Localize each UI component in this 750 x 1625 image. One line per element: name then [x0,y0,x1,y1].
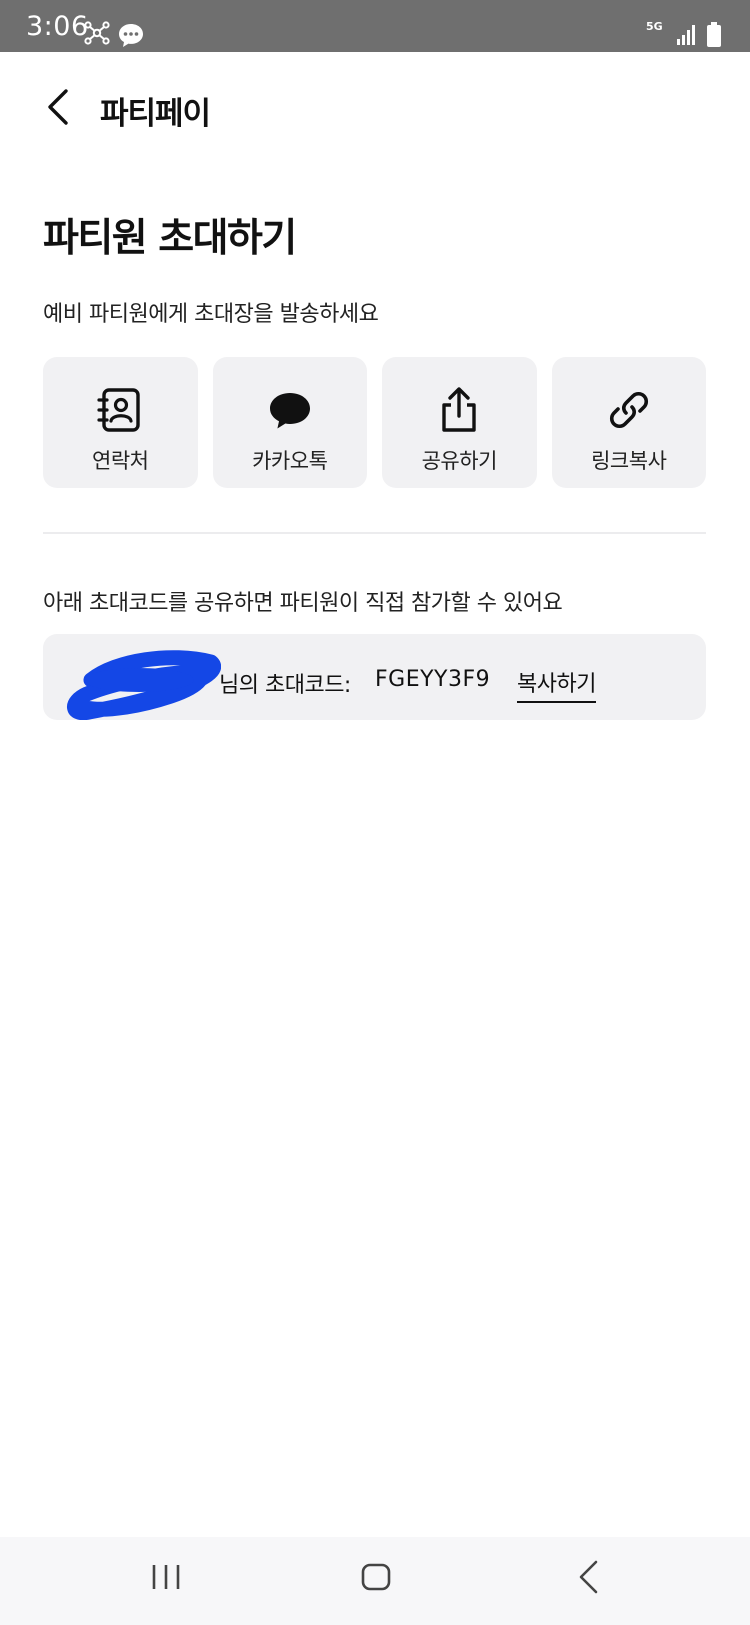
redaction-scribble [67,650,221,720]
invite-code-owner-label: 님의 초대코드: [219,673,351,698]
back-icon[interactable] [570,1555,606,1599]
share-options: 연락처 카카오톡 공유하기 링크복사 [43,357,706,488]
share-contacts-label: 연락처 [92,449,149,473]
status-time: 3:06 [26,11,89,42]
battery-icon [707,22,721,47]
copy-link-label: 링크복사 [591,449,667,473]
hub-icon [84,21,110,45]
signal-icon [677,25,695,45]
contacts-icon [97,388,140,432]
share-kakaotalk-label: 카카오톡 [252,449,328,473]
kakaotalk-icon [269,393,310,429]
header-title: 파티페이 [100,96,211,132]
link-icon [609,391,648,429]
chat-bubble-icon [119,24,143,47]
invite-code-description: 아래 초대코드를 공유하면 파티원이 직접 참가할 수 있어요 [43,591,563,616]
page-title: 파티원 초대하기 [43,216,297,261]
page-subtitle: 예비 파티원에게 초대장을 발송하세요 [43,302,379,327]
invite-code-box: 님의 초대코드: FGEYY3F9 복사하기 [43,634,706,720]
system-nav-bar [0,1537,750,1625]
back-button[interactable] [34,80,82,134]
status-bar: 3:06 5G [0,0,750,52]
chevron-left-icon [48,89,68,125]
copy-link-button[interactable]: 링크복사 [551,357,706,488]
invite-code-value: FGEYY3F9 [375,667,491,692]
share-system-label: 공유하기 [421,449,498,473]
share-kakaotalk-button[interactable]: 카카오톡 [212,357,367,488]
share-icon [442,387,476,432]
app-header: 파티페이 [0,52,750,160]
recent-apps-icon[interactable] [148,1557,184,1597]
section-divider [43,532,706,534]
copy-code-button[interactable]: 복사하기 [517,666,596,703]
share-system-button[interactable]: 공유하기 [382,357,537,488]
home-icon[interactable] [358,1557,394,1597]
5g-icon: 5G [646,20,663,33]
share-contacts-button[interactable]: 연락처 [43,357,198,488]
